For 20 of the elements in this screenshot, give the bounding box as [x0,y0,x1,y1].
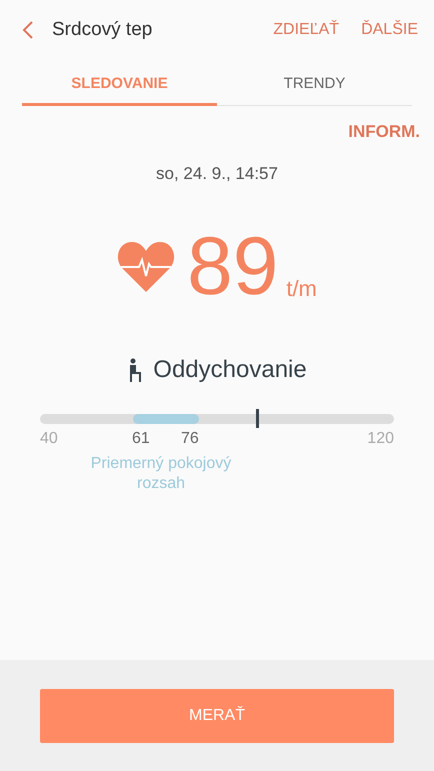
sitting-person-icon [127,358,144,382]
heart-pulse-icon [117,240,176,292]
timestamp: so, 24. 9., 14:57 [155,164,279,184]
scale-label: 40 [40,430,58,448]
header-action[interactable]: ZDIEĽAŤ [271,17,342,43]
heart-rate-value: 89 [187,226,278,308]
measure-button[interactable]: MERAŤ [40,688,394,742]
scale-label: 76 [181,430,199,448]
header-action[interactable]: ĎALŠIE [359,17,420,43]
unit-label: t/m [286,276,317,302]
tab[interactable]: TRENDY [217,60,412,106]
back-icon [22,20,34,40]
info-link[interactable]: INFORM. [348,122,420,142]
activity-label: Oddychovanie [153,356,307,384]
range-caption: Priemerný pokojový rozsah [90,454,232,494]
scale-label: 61 [132,430,150,448]
screen-title: Srdcový tep [52,19,154,41]
range-fill [133,414,199,424]
tab[interactable]: SLEDOVANIE [22,60,217,106]
scale-label: 120 [367,430,394,448]
